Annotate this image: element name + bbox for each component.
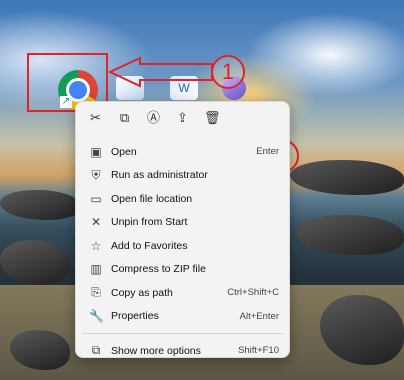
zip-icon: ▥: [90, 262, 102, 277]
share-icon[interactable]: ⇪: [175, 110, 190, 125]
rename-icon[interactable]: Ⓐ: [146, 110, 161, 125]
menu-item-unpin-from-start[interactable]: ✕ Unpin from Start: [76, 211, 289, 235]
menu-item-open-file-location[interactable]: ▭ Open file location: [76, 187, 289, 211]
menu-item-shortcut: Ctrl+Shift+C: [227, 287, 279, 299]
menu-item-label: Properties: [111, 310, 159, 323]
menu-item-copy-as-path[interactable]: ⎘ Copy as path Ctrl+Shift+C: [76, 281, 289, 305]
menu-item-label: Open file location: [111, 192, 193, 205]
menu-item-shortcut: Shift+F10: [238, 345, 279, 357]
menu-item-label: Show more options: [111, 344, 201, 357]
open-icon: ▣: [90, 144, 102, 159]
menu-item-label: Unpin from Start: [111, 216, 188, 229]
context-menu-toolbar: ✂ ⧉ Ⓐ ⇪ 🗑: [76, 110, 289, 132]
menu-item-run-as-administrator[interactable]: ⛨ Run as administrator: [76, 164, 289, 188]
menu-item-label: Copy as path: [111, 286, 173, 299]
unpin-icon: ✕: [90, 215, 102, 230]
menu-item-label: Open: [111, 145, 137, 158]
copy-icon[interactable]: ⧉: [117, 110, 132, 125]
menu-item-open[interactable]: ▣ Open Enter: [76, 140, 289, 164]
shield-icon: ⛨: [91, 167, 101, 182]
menu-item-show-more-options[interactable]: ⧉ Show more options Shift+F10: [76, 339, 289, 363]
menu-item-shortcut: Enter: [256, 146, 279, 158]
context-menu: ✂ ⧉ Ⓐ ⇪ 🗑 ▣ Open Enter ⛨ Run as administ…: [75, 101, 290, 358]
menu-item-shortcut: Alt+Enter: [239, 310, 279, 322]
arrow-left-icon: [107, 56, 213, 88]
path-icon: ⎘: [91, 285, 101, 300]
menu-item-label: Compress to ZIP file: [111, 263, 206, 276]
more-options-icon: ⧉: [91, 343, 101, 358]
menu-item-label: Run as administrator: [111, 169, 208, 182]
menu-item-properties[interactable]: 🔧 Properties Alt+Enter: [76, 305, 289, 329]
wrench-icon: 🔧: [89, 309, 104, 324]
menu-item-label: Add to Favorites: [111, 239, 188, 252]
menu-item-compress-to-zip[interactable]: ▥ Compress to ZIP file: [76, 258, 289, 282]
step-number-badge: 1: [211, 55, 245, 89]
menu-separator: [82, 333, 283, 334]
star-icon: ☆: [90, 238, 102, 253]
folder-icon: ▭: [90, 191, 102, 206]
delete-icon[interactable]: 🗑: [204, 110, 221, 125]
menu-item-add-to-favorites[interactable]: ☆ Add to Favorites: [76, 234, 289, 258]
cut-icon[interactable]: ✂: [88, 110, 103, 125]
